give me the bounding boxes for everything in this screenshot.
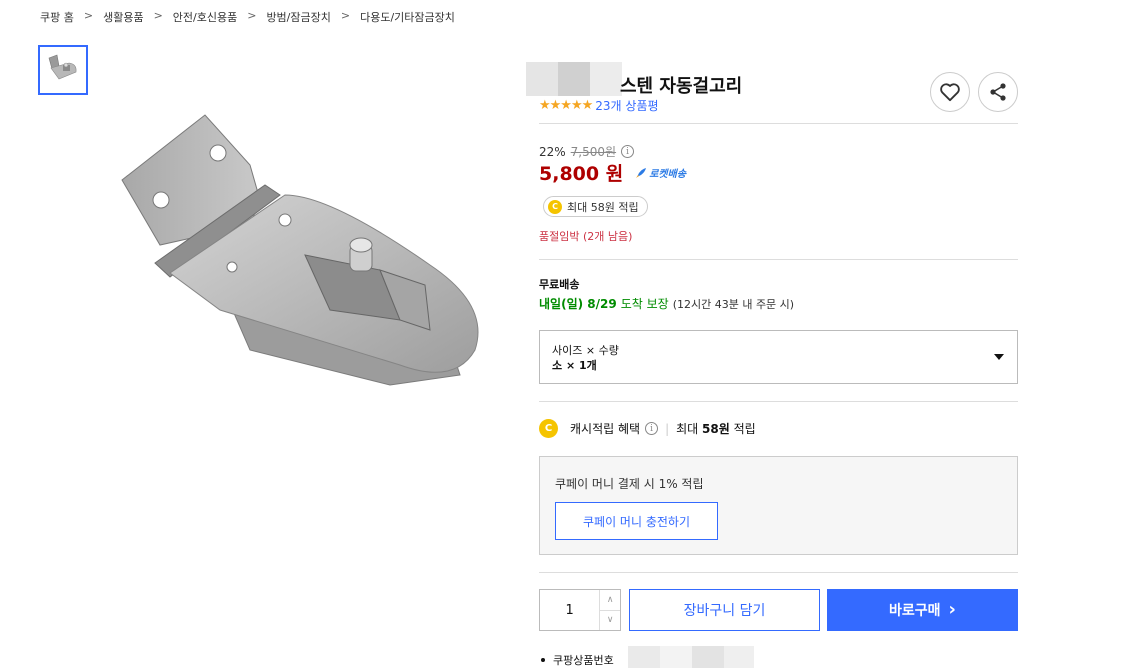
title-blur-mosaic [526,62,622,96]
delivery-cutoff-note: (12시간 43분 내 주문 시) [672,298,795,311]
quantity-buttons: ∧ ∨ [599,590,620,630]
coin-icon: C [539,419,558,438]
product-number: 쿠팡상품번호 [541,652,614,668]
sale-price: 5,800 원 [539,159,623,186]
share-button[interactable] [978,72,1018,112]
cash-benefit-prefix: 최대 [676,422,699,436]
breadcrumb-separator: > [83,9,94,22]
shipping-label: 무료배송 [539,278,580,291]
share-icon [990,83,1006,101]
rating-stars: ★★★★★ [539,98,593,113]
delivery-date: 내일(일) 8/29 도착 보장 (12시간 43분 내 주문 시) [539,295,794,312]
info-icon[interactable]: i [621,145,635,158]
coupay-text: 쿠페이 머니 결제 시 1% 적립 [555,477,704,491]
info-icon[interactable]: i [645,422,659,435]
discount-row: 22% 7,500원 i [539,143,635,160]
product-number-blur-mosaic [628,646,754,668]
rocket-icon [636,167,647,178]
breadcrumb-home[interactable]: 쿠팡 홈 [40,9,74,25]
bullet [541,658,545,662]
sale-price-row: 5,800 원 로켓배송 [539,159,686,186]
divider [539,572,1018,573]
divider [539,123,1018,124]
breadcrumb-separator: > [247,9,257,22]
discount-rate: 22% [539,144,566,159]
breadcrumb-category-1[interactable]: 생활용품 [103,9,143,25]
product-number-label: 쿠팡상품번호 [553,654,614,667]
coin-icon: C [548,199,562,214]
option-value: 소 × 1개 [552,359,597,372]
chevron-right-icon: › [948,599,956,620]
cash-reward-text: 최대 58원 적립 [567,200,639,214]
option-label: 사이즈 × 수량 [552,344,619,357]
quantity-input[interactable]: 1 [540,590,599,630]
divider [539,259,1018,260]
breadcrumb-separator: > [153,9,163,22]
cash-reward-badge: C 최대 58원 적립 [543,196,648,217]
product-thumbnail[interactable] [38,45,88,95]
cash-benefit-amount: 58원 [702,422,730,436]
breadcrumb-category-2[interactable]: 안전/호신용품 [173,9,237,25]
coupay-charge-button[interactable]: 쿠페이 머니 충전하기 [555,502,718,540]
cash-benefit-suffix: 적립 [733,422,756,436]
heart-icon [940,83,960,102]
buy-now-button[interactable]: 바로구매 › [827,589,1018,631]
product-rating: ★★★★★ 23개 상품평 [539,97,659,114]
cash-benefit-row: C 캐시적립 혜택 i | 최대 58원 적립 [539,419,756,438]
product-main-image [121,114,479,386]
delivery-guarantee: 도착 보장 [620,297,669,311]
breadcrumb-category-4[interactable]: 다용도/기타잠금장치 [360,9,455,25]
sale-price-value: 5,800 [539,163,600,185]
quantity-stepper[interactable]: 1 ∧ ∨ [539,589,621,631]
delivery-date-value: 내일(일) 8/29 [539,297,617,311]
buy-now-label: 바로구매 [889,603,941,619]
coupay-box: 쿠페이 머니 결제 시 1% 적립 쿠페이 머니 충전하기 [539,456,1018,555]
option-select[interactable]: 사이즈 × 수량 소 × 1개 [539,330,1018,384]
sale-price-unit: 원 [605,163,624,185]
wishlist-button[interactable] [930,72,970,112]
breadcrumb-separator: > [340,9,351,22]
divider [539,401,1018,402]
original-price: 7,500원 [570,145,617,159]
stock-notice: 품절임박 (2개 남음) [539,230,633,243]
thumbnail-latch-image [48,54,77,80]
product-title: 스텐 자동걸고리 [620,76,743,97]
add-to-cart-button[interactable]: 장바구니 담기 [629,589,820,631]
breadcrumb: 쿠팡 홈 > 생활용품 > 안전/호신용품 > 방범/잠금장치 > 다용도/기타… [40,9,455,25]
cash-benefit-label: 캐시적립 혜택 [570,422,641,436]
separator: | [665,421,670,436]
review-count-link[interactable]: 23개 상품평 [595,97,658,114]
rocket-delivery-badge: 로켓배송 [635,165,686,180]
rocket-delivery-label: 로켓배송 [649,169,687,180]
caret-down-icon [994,354,1004,360]
breadcrumb-category-3[interactable]: 방범/잠금장치 [266,9,330,25]
chevron-up-icon[interactable]: ∧ [600,590,620,610]
chevron-down-icon[interactable]: ∨ [600,609,620,631]
